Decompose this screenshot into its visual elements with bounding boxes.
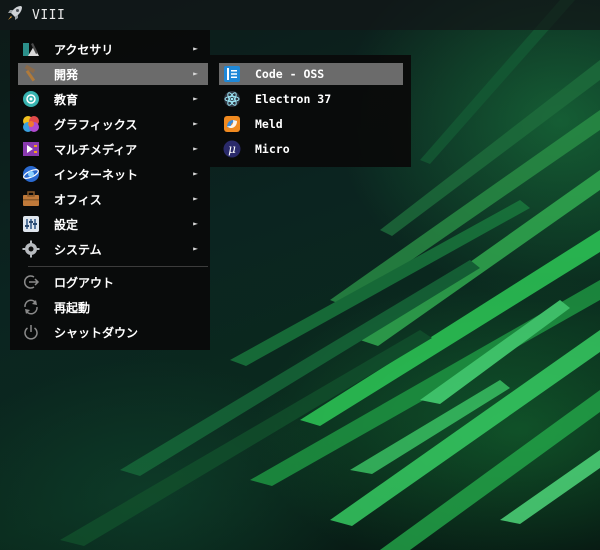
launcher-button[interactable]: VIII: [0, 0, 65, 30]
submenu-item-label: Code - OSS: [255, 67, 325, 81]
submenu-item-code-oss[interactable]: Code - OSS: [219, 63, 403, 85]
menu-item-multimedia[interactable]: マルチメディア ►: [18, 138, 208, 160]
submenu-arrow-icon: ►: [193, 219, 198, 228]
micro-icon: μ: [221, 138, 243, 160]
submenu-arrow-icon: ►: [193, 94, 198, 103]
menu-item-label: オフィス: [54, 192, 102, 207]
menu-item-system[interactable]: システム ►: [18, 238, 208, 260]
menu-item-label: ログアウト: [54, 275, 115, 290]
svg-text:μ: μ: [228, 142, 236, 156]
submenu-arrow-icon: ►: [193, 144, 198, 153]
menu-separator: [28, 266, 208, 267]
graphics-icon: [20, 113, 42, 135]
education-icon: [20, 88, 42, 110]
internet-icon: [20, 163, 42, 185]
menu-item-settings[interactable]: 設定 ►: [18, 213, 208, 235]
rocket-icon: [6, 4, 24, 26]
menu-item-label: 開発: [54, 67, 79, 82]
menu-item-internet[interactable]: インターネット ►: [18, 163, 208, 185]
menu-item-label: 設定: [54, 217, 79, 232]
menu-item-label: インターネット: [54, 167, 139, 182]
electron-icon: [221, 88, 243, 110]
launcher-title: VIII: [32, 7, 66, 23]
submenu-item-meld[interactable]: Meld: [219, 113, 403, 135]
menu-item-label: アクセサリ: [54, 42, 114, 57]
submenu-arrow-icon: ►: [193, 194, 198, 203]
submenu-arrow-icon: ►: [193, 244, 198, 253]
application-menu: アクセサリ ► 開発 ► 教育 ► グラフィックス ► マルチメディア ► イン…: [10, 30, 210, 350]
submenu-arrow-icon: ►: [193, 44, 198, 53]
menu-item-accessories[interactable]: アクセサリ ►: [18, 38, 208, 60]
shutdown-menu-item[interactable]: シャットダウン: [18, 321, 208, 343]
top-panel: VIII: [0, 0, 600, 30]
submenu-item-label: Meld: [255, 117, 283, 131]
menu-item-label: システム: [54, 242, 102, 257]
meld-icon: [221, 113, 243, 135]
submenu-arrow-icon: ►: [193, 169, 198, 178]
restart-menu-item[interactable]: 再起動: [18, 296, 208, 318]
menu-item-education[interactable]: 教育 ►: [18, 88, 208, 110]
menu-item-label: グラフィックス: [54, 117, 138, 132]
code-oss-icon: [221, 63, 243, 85]
submenu-item-label: Electron 37: [255, 92, 332, 106]
menu-item-office[interactable]: オフィス ►: [18, 188, 208, 210]
logout-menu-item[interactable]: ログアウト: [18, 271, 208, 293]
multimedia-icon: [20, 138, 42, 160]
accessories-icon: [20, 38, 42, 60]
menu-item-development[interactable]: 開発 ►: [18, 63, 208, 85]
submenu-arrow-icon: ►: [193, 69, 198, 78]
menu-item-label: シャットダウン: [54, 325, 139, 340]
office-icon: [20, 188, 42, 210]
development-submenu: Code - OSS Electron 37 Meld μ Micro: [210, 55, 411, 167]
submenu-item-label: Micro: [255, 142, 290, 156]
menu-item-label: マルチメディア: [54, 142, 138, 157]
submenu-item-electron[interactable]: Electron 37: [219, 88, 403, 110]
system-icon: [20, 238, 42, 260]
logout-icon: [20, 271, 42, 293]
menu-item-label: 教育: [54, 92, 79, 107]
shutdown-icon: [20, 321, 42, 343]
restart-icon: [20, 296, 42, 318]
submenu-item-micro[interactable]: μ Micro: [219, 138, 403, 160]
settings-icon: [20, 213, 42, 235]
menu-item-graphics[interactable]: グラフィックス ►: [18, 113, 208, 135]
menu-item-label: 再起動: [54, 300, 91, 315]
submenu-arrow-icon: ►: [193, 119, 198, 128]
development-icon: [20, 63, 42, 85]
